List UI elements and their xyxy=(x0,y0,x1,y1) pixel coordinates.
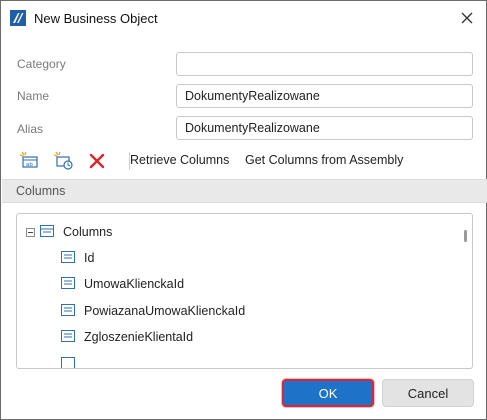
svg-text:ab: ab xyxy=(26,162,33,168)
app-logo-icon xyxy=(10,10,26,26)
delete-icon[interactable] xyxy=(87,151,107,171)
columns-tree[interactable]: Columns Id UmowaKlienckaId PowiazanaUmow… xyxy=(16,213,473,369)
column-icon xyxy=(61,251,75,263)
tree-item[interactable]: Id xyxy=(17,248,457,268)
new-business-object-dialog: New Business Object Category Name Dokume… xyxy=(0,0,487,420)
window-title: New Business Object xyxy=(34,11,158,26)
column-icon xyxy=(61,304,75,316)
tree-item[interactable]: PowiazanaUmowaKlienckaId xyxy=(17,301,457,321)
column-icon xyxy=(61,357,75,368)
get-columns-from-assembly-button[interactable]: Get Columns from Assembly xyxy=(245,153,403,167)
ok-button[interactable]: OK xyxy=(282,379,374,407)
tree-root-columns[interactable]: Columns xyxy=(17,222,457,242)
tree-item-partial[interactable] xyxy=(17,354,457,368)
alias-label: Alias xyxy=(17,122,44,136)
close-button[interactable] xyxy=(456,7,478,29)
columns-toolbar: ab Retrieve Columns Get Columns from Ass… xyxy=(16,149,476,173)
column-icon xyxy=(61,277,75,289)
tree-item-label: PowiazanaUmowaKlienckaId xyxy=(84,304,246,318)
category-field[interactable] xyxy=(176,52,473,76)
title-bar[interactable]: New Business Object xyxy=(1,1,486,35)
tree-item-label: UmowaKlienckaId xyxy=(84,277,185,291)
name-field[interactable]: DokumentyRealizowane xyxy=(176,84,473,108)
category-label: Category xyxy=(17,57,66,71)
tree-item-label: Id xyxy=(84,251,95,265)
add-calculated-column-icon[interactable] xyxy=(54,151,74,171)
tree-item[interactable]: UmowaKlienckaId xyxy=(17,274,457,294)
cancel-button[interactable]: Cancel xyxy=(382,379,474,407)
tree-item-label: ZgloszenieKlientaId xyxy=(84,330,194,344)
table-icon xyxy=(40,225,54,237)
add-column-icon[interactable]: ab xyxy=(20,151,40,171)
column-icon xyxy=(61,330,75,342)
retrieve-columns-button[interactable]: Retrieve Columns xyxy=(130,153,229,167)
name-label: Name xyxy=(17,89,50,103)
columns-section-header: Columns xyxy=(2,179,487,203)
tree-root-label: Columns xyxy=(63,225,113,239)
columns-section-title: Columns xyxy=(16,184,66,198)
tree-scrollbar[interactable] xyxy=(464,230,467,242)
alias-field[interactable]: DokumentyRealizowane xyxy=(176,116,473,140)
tree-item[interactable]: ZgloszenieKlientaId xyxy=(17,327,457,347)
collapse-toggle-icon[interactable] xyxy=(26,228,35,237)
close-icon xyxy=(461,12,473,24)
